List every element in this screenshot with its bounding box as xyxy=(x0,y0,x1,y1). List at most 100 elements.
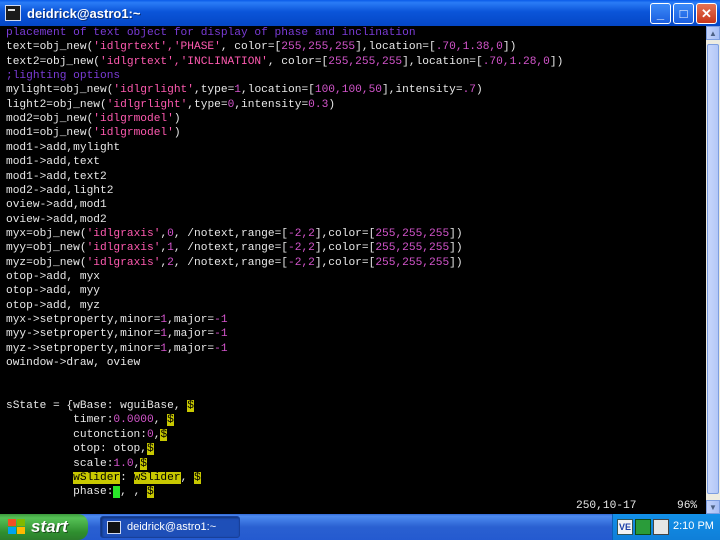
code-line: mod2=obj_new('idlgrmodel') xyxy=(6,112,181,126)
windows-logo-icon xyxy=(8,519,26,535)
code-line: mylight=obj_new('idlgrlight',type=1,loca… xyxy=(6,83,483,97)
code-line: scale:1.0,$ xyxy=(6,457,148,471)
code-token: mod1=obj_new( xyxy=(6,127,94,140)
code-token: text=obj_new( xyxy=(6,41,94,54)
cursor-position: 250,10-17 xyxy=(576,500,637,512)
code-token: 0 xyxy=(147,428,154,441)
code-token: $ xyxy=(160,428,168,441)
code-token: 2 xyxy=(167,256,174,269)
terminal-editor[interactable]: 250,10-17 96% placement of text object f… xyxy=(0,26,706,514)
code-line: oview->add,mod1 xyxy=(6,198,107,212)
code-token: 0 xyxy=(167,227,174,240)
code-token: otop->add, myx xyxy=(6,270,100,283)
code-token: 0.0000 xyxy=(113,414,154,427)
code-token: myx->setproperty,minor= xyxy=(6,314,161,326)
code-token: 'idlgrlight' xyxy=(113,84,194,97)
code-line: mod1->add,text xyxy=(6,155,100,169)
scroll-up-icon[interactable]: ▲ xyxy=(706,26,720,40)
vertical-scrollbar[interactable]: ▲ ▼ xyxy=(706,26,720,514)
code-line: cutonction:0,$ xyxy=(6,428,168,442)
code-token: , color=[ xyxy=(220,41,282,54)
code-token: myy=obj_new( xyxy=(6,242,87,255)
code-token: ]) xyxy=(449,227,463,240)
code-line: text=obj_new('idlgrtext','PHASE', color=… xyxy=(6,40,516,54)
window-controls: _ □ ✕ xyxy=(650,3,717,24)
window-titlebar[interactable]: deidrick@astro1:~ _ □ ✕ xyxy=(0,0,720,26)
minimize-button[interactable]: _ xyxy=(650,3,671,24)
code-token: -2,2 xyxy=(288,227,315,240)
code-token: , /notext,range=[ xyxy=(173,256,289,269)
code-line: placement of text object for display of … xyxy=(6,26,416,40)
code-line: text2=obj_new('idlgrtext','INCLINATION',… xyxy=(6,55,563,69)
code-line: mod1=obj_new('idlgrmodel') xyxy=(6,126,181,140)
scroll-thumb[interactable] xyxy=(707,44,719,494)
code-token: $ xyxy=(147,486,154,499)
code-token: phase: xyxy=(6,486,114,499)
code-token: 'idlgrtext','PHASE' xyxy=(93,41,221,54)
code-token: , xyxy=(180,471,195,484)
code-token: ],location=[ xyxy=(355,41,436,54)
code-token: mylight=obj_new( xyxy=(6,84,114,97)
code-token: 'idlgrtext','INCLINATION' xyxy=(100,55,268,68)
start-button[interactable]: start xyxy=(0,514,88,540)
code-token: oview->add,mod2 xyxy=(6,213,107,226)
terminal-icon xyxy=(107,520,121,534)
code-token: mod1->add,text xyxy=(6,156,100,169)
code-token: $ xyxy=(187,400,194,413)
code-line: myy=obj_new('idlgraxis',1, /notext,range… xyxy=(6,241,463,255)
window-title: deidrick@astro1:~ xyxy=(27,5,141,21)
code-line: sState = {wBase: wguiBase, $ xyxy=(6,399,194,413)
code-token: ) xyxy=(476,84,483,97)
code-line: otop->add, myx xyxy=(6,270,100,284)
code-token: .70,1.28,0 xyxy=(482,55,550,68)
code-token: -2,2 xyxy=(288,242,315,255)
code-token: 'idlgrmodel' xyxy=(93,127,174,140)
network-icon[interactable] xyxy=(635,519,651,535)
code-token: placement of text object for display of … xyxy=(6,27,416,39)
code-token: , /notext,range=[ xyxy=(173,242,289,255)
code-line: myy->setproperty,minor=1,major=-1 xyxy=(6,327,228,341)
code-line: mod2->add,light2 xyxy=(6,184,113,198)
code-token: otop->add, myy xyxy=(6,285,100,298)
code-token: 1 xyxy=(167,242,174,255)
code-token: -1 xyxy=(214,328,228,341)
antivirus-icon[interactable] xyxy=(653,519,669,535)
code-token: .70,1.38,0 xyxy=(435,41,503,54)
code-token: ,major= xyxy=(167,328,215,341)
code-token: , /notext,range=[ xyxy=(173,227,289,240)
code-token: ) xyxy=(173,127,181,140)
terminal-icon xyxy=(5,5,21,21)
maximize-button[interactable]: □ xyxy=(673,3,694,24)
code-line: timer:0.0000, $ xyxy=(6,413,174,427)
taskbar-item-terminal[interactable]: deidrick@astro1:~ xyxy=(100,516,240,538)
ve-icon[interactable]: VE xyxy=(617,519,633,535)
code-line: mod1->add,mylight xyxy=(6,141,120,155)
code-token: mod2=obj_new( xyxy=(6,113,94,126)
code-token: 'idlgraxis' xyxy=(86,256,161,269)
code-token: 255,255,255 xyxy=(375,242,450,255)
code-token: ]) xyxy=(449,242,463,255)
code-token: myz->setproperty,minor= xyxy=(6,342,161,355)
code-token: text2=obj_new( xyxy=(6,55,100,68)
code-token: ) xyxy=(328,98,336,111)
code-token: wSlider xyxy=(73,471,121,484)
code-token: myz=obj_new( xyxy=(6,256,87,269)
code-token: ,major= xyxy=(167,314,215,326)
code-token: ]) xyxy=(502,41,517,54)
code-line: otop: otop,$ xyxy=(6,442,154,456)
code-token: ],location=[ xyxy=(402,55,483,68)
code-token: scale: xyxy=(6,457,114,470)
code-token: ,type= xyxy=(187,98,228,111)
taskbar-item-label: deidrick@astro1:~ xyxy=(127,521,217,533)
close-button[interactable]: ✕ xyxy=(696,3,717,24)
code-line: ;lighting options xyxy=(6,69,120,83)
code-token: -1 xyxy=(214,314,228,326)
code-token: myx=obj_new( xyxy=(6,227,87,240)
code-line: owindow->draw, oview xyxy=(6,356,140,370)
code-token: 'idlgraxis' xyxy=(86,227,161,240)
start-label: start xyxy=(31,517,68,536)
scroll-down-icon[interactable]: ▼ xyxy=(706,500,720,514)
code-token: 1.0 xyxy=(113,457,134,470)
code-token: 0.3 xyxy=(308,98,329,111)
code-token: 'idlgrmodel' xyxy=(93,113,174,126)
